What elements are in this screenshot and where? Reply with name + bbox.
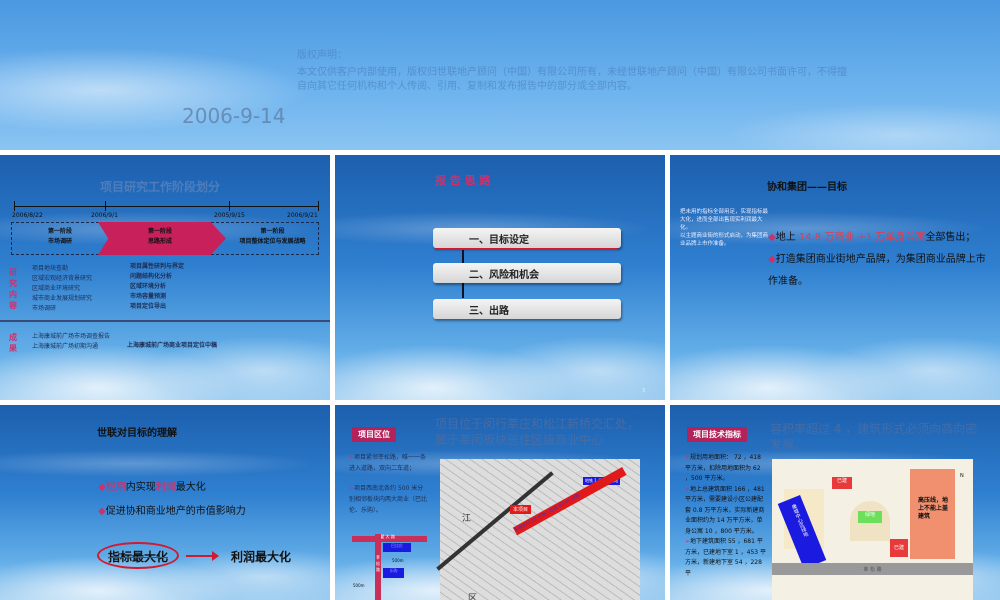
north-icon: N bbox=[960, 473, 964, 479]
research-list-right: 项目属性研判与界定 问题结构化分析 区域环境分析 市场容量预测 项目定位导出 bbox=[130, 263, 185, 310]
section-tag: 项目区位 bbox=[352, 427, 396, 442]
indicator-text: ➢规划用地面积： 72 ，418 平方米，扣除用地面积为 62 ，500 平方米… bbox=[685, 454, 766, 577]
date-label: 2006/9/1 bbox=[91, 212, 118, 219]
phase-stage: 第一阶段 bbox=[147, 228, 172, 235]
results-list-left: 上海康城前广场市场调查报告 上海康城前广场初期沟通 bbox=[32, 333, 111, 350]
phase-stage: 第一阶段 bbox=[47, 228, 72, 235]
project-marker: 本项目 bbox=[510, 505, 532, 514]
phase-name: 思路形成 bbox=[147, 238, 172, 245]
date-label: 2006/8/22 bbox=[12, 212, 43, 219]
arrow-icon bbox=[186, 555, 214, 557]
shop-tesco: 乐购 bbox=[383, 568, 404, 578]
route-label: 车程步行 15 分钟，红线 20-40 分钟 bbox=[512, 466, 627, 536]
phase-name: 项目整体定位与发展战略 bbox=[239, 238, 306, 245]
copyright-text: 本文仅供客户内部使用，版权归世联地产顾问（中国）有限公司所有，未经世联地产顾问（… bbox=[297, 67, 847, 92]
slide-project-location[interactable]: 项目区位 项目位于闵行莘庄和松江新桥交汇处，属于莘闵板块居住区级商业中心 ➢项目… bbox=[335, 405, 665, 600]
copyright-title: 版权声明： bbox=[297, 50, 347, 61]
side-notes: 把未用的指标全部用足，实现指标最大化，进而全部出售现实利润最大化。 以主题商业街的… bbox=[680, 209, 769, 247]
outline-item-goals[interactable]: 一、目标设定 bbox=[433, 228, 621, 248]
green-area: 绿地 bbox=[858, 511, 882, 523]
phase-stage: 第一阶段 bbox=[260, 228, 285, 235]
road-label: 莘 松 路 bbox=[376, 555, 380, 572]
divider bbox=[0, 320, 330, 322]
results-label: 成果 bbox=[9, 333, 17, 353]
goal-bullets: ◆地上 14.8 万商业 +1 万单身公寓全部售出； ◆打造集团商业街地产品牌，… bbox=[768, 232, 986, 287]
research-label: 研究内容 bbox=[9, 268, 17, 310]
slide-technical-indicators[interactable]: 项目技术指标 容积率超过 4 ，建筑形式必须向高向密发展。 ➢规划用地面积： 7… bbox=[670, 405, 1000, 600]
slide-title: 项目位于闵行莘庄和松江新桥交汇处，属于莘闵板块居住区级商业中心 bbox=[435, 417, 640, 447]
slide-title: 世联对目标的理解 bbox=[97, 428, 177, 439]
built-block: 已建 bbox=[890, 539, 908, 557]
slide-title: 项目研究工作阶段划分 bbox=[100, 180, 221, 194]
outline-item-risks[interactable]: 二、风险和机会 bbox=[433, 263, 621, 283]
outline-item-way-out[interactable]: 三、出路 bbox=[433, 299, 621, 319]
location-map[interactable]: 江 区 地铁 1 号线莘庄站 本项目 车程步行 15 分钟，红线 20-40 分… bbox=[436, 459, 640, 600]
shop-babylon: 巴比伦 bbox=[383, 543, 411, 552]
map-label: 区 bbox=[468, 594, 478, 600]
research-list-left: 项目地块查勘 区域宏观经济背景研究 区域商业环境研究 城市商业发展规划研究 市场调研 bbox=[32, 265, 93, 312]
timeline bbox=[14, 206, 318, 207]
phase-name: 市场调研 bbox=[47, 238, 72, 245]
slide-report-outline[interactable]: 报 告 思 路 一、目标设定 二、风险和机会 三、出路 3 bbox=[335, 155, 665, 400]
site-plan[interactable]: 康城中心区绿地 已建 绿地 已建 高压线，地上不能上盖建筑 N 莘 松 路 bbox=[772, 459, 973, 600]
bullets: ◆短期内实现利润最大化 ◆促进协和商业地产的市值影响力 bbox=[98, 482, 246, 517]
distance-label: 500m bbox=[392, 558, 404, 563]
cover-date: 2006-9-14 bbox=[182, 104, 286, 128]
distance-label: 500m bbox=[353, 583, 365, 588]
slide-title: 容积率超过 4 ，建筑形式必须向高向密发展。 bbox=[770, 422, 978, 452]
high-voltage-note: 高压线，地上不能上盖建筑 bbox=[918, 497, 949, 520]
map-label: 江 bbox=[462, 514, 472, 524]
slide-work-phases[interactable]: 项目研究工作阶段划分 2006/8/22 2006/9/1 2005/9/15 … bbox=[0, 155, 330, 400]
slide-title: 报 告 思 路 bbox=[435, 174, 491, 187]
crossed-text: 指标最大化 bbox=[108, 550, 169, 564]
bullets: ➢项目紧邻莘松路，唯一一条进入道路，双向二车道； ➢项目西南北各约 500 米分… bbox=[349, 454, 428, 514]
date-label: 2006/9/21 bbox=[287, 212, 318, 219]
built-block: 已建 bbox=[832, 477, 852, 489]
section-tag: 项目技术指标 bbox=[687, 427, 747, 442]
results-list-right: 上海康城前广场商业项目定位中稿 bbox=[127, 342, 218, 349]
road-label: 莘 松 路 bbox=[772, 563, 973, 575]
slide-group-goals[interactable]: 协和集团——目标 把未用的指标全部用足，实现指标最大化，进而全部出售现实利润最大… bbox=[670, 155, 1000, 400]
result-text: 利润最大化 bbox=[231, 550, 292, 564]
page-number: 3 bbox=[642, 388, 646, 394]
cover-slide[interactable]: 版权声明： 本文仅供客户内部使用，版权归世联地产顾问（中国）有限公司所有，未经世… bbox=[0, 0, 1000, 150]
date-label: 2005/9/15 bbox=[214, 212, 245, 219]
slide-title: 协和集团——目标 bbox=[767, 182, 847, 193]
slide-goal-understanding[interactable]: 世联对目标的理解 ◆短期内实现利润最大化 ◆促进协和商业地产的市值影响力 指标最… bbox=[0, 405, 330, 600]
